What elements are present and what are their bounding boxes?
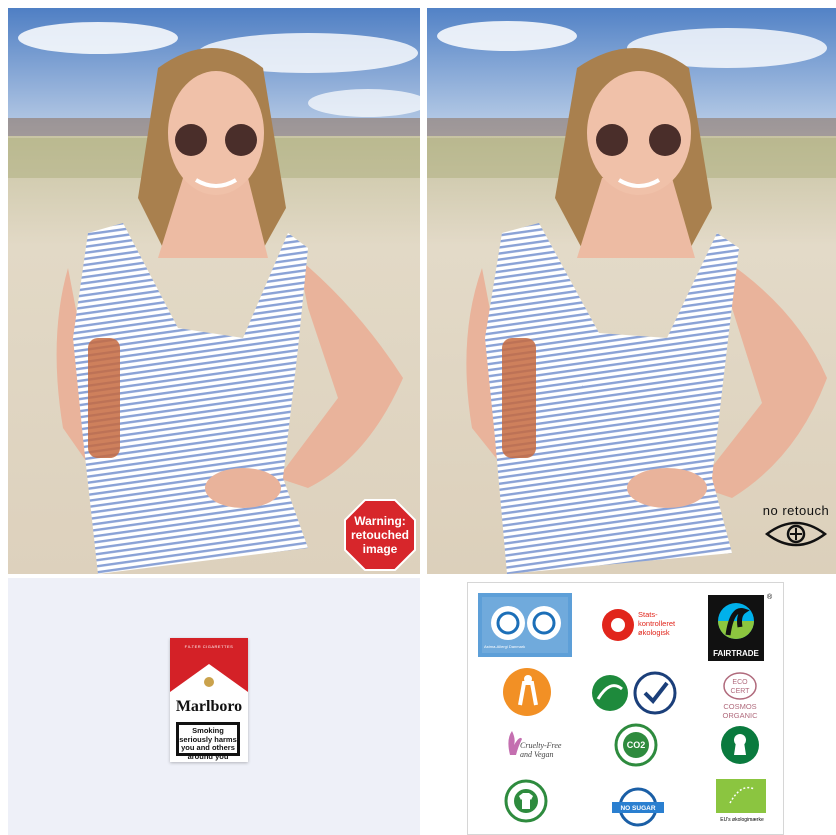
cruelty-free-text: Cruelty-Free and Vegan (520, 741, 561, 759)
fairtrade-registered: ® (767, 594, 773, 601)
cruelty-line: and Vegan (520, 750, 554, 759)
stats-kontrolleret-icon (602, 609, 634, 641)
pack-brand: Marlboro (175, 698, 243, 715)
warning-line-1: Warning: (354, 514, 406, 528)
fairtrade-label: FAIRTRADE (708, 595, 764, 661)
cosmos-line: COSMOS (723, 702, 757, 711)
eu-organic-label (716, 779, 766, 813)
nordic-swan-icon (592, 675, 628, 711)
stats-line: økologisk (638, 628, 670, 637)
warning-line: around you (187, 751, 229, 761)
eu-leaf-icon (729, 786, 755, 804)
wholegrain-icon (503, 668, 551, 716)
ecocert-line: ECO (732, 679, 748, 686)
eye-icon (764, 521, 828, 547)
warning-line-2: retouched (350, 528, 409, 542)
retouched-photo-panel: Warning: retouched image (8, 8, 420, 574)
retouched-photo (8, 8, 420, 574)
cruelty-line: Cruelty-Free (520, 741, 562, 750)
health-warning: Smoking seriously harms you and others a… (176, 722, 240, 760)
asthma-allergy-label: Astma-Allergi Danmark (478, 593, 572, 657)
fairtrade-text: FAIRTRADE (713, 649, 759, 658)
ecocert-text: ECO CERT (727, 678, 753, 696)
stats-line: kontrolleret (638, 619, 676, 628)
ecocert-line: CERT (730, 688, 750, 695)
warning-line-3: image (362, 542, 398, 556)
gots-icon (504, 779, 548, 823)
cigarette-pack-panel: FILTER CIGARETTES Marlboro Smoking serio… (8, 578, 420, 835)
labels-sheet: Astma-Allergi Danmark Stats- kontrollere… (467, 582, 784, 835)
cosmos-text: COSMOS ORGANIC (716, 702, 764, 720)
no-retouch-label: no retouch (762, 503, 830, 518)
stats-kontrolleret-text: Stats- kontrolleret økologisk (638, 610, 675, 637)
eco-labels-panel: Astma-Allergi Danmark Stats- kontrollere… (427, 578, 836, 835)
co2-text: CO2 (626, 740, 646, 750)
pack-top-line: FILTER CIGARETTES (184, 644, 234, 649)
fairtrade-icon (718, 603, 754, 639)
warning-badge-text: Warning: retouched image (344, 514, 416, 556)
no-sugar-text: NO SUGAR (620, 805, 656, 812)
cigarette-pack: FILTER CIGARETTES Marlboro Smoking serio… (170, 638, 248, 762)
unretouched-photo (427, 8, 836, 574)
no-retouch-badge: no retouch (757, 503, 835, 555)
stats-line: Stats- (638, 610, 658, 619)
allergy-certified-icon (633, 671, 677, 715)
eu-organic-text: EU's økologimærke (720, 817, 764, 823)
cosmos-line: ORGANIC (722, 711, 758, 720)
asthma-label-text: Astma-Allergi Danmark (484, 644, 526, 649)
unretouched-photo-panel: no retouch (427, 8, 836, 574)
keyhole-icon (721, 726, 759, 764)
